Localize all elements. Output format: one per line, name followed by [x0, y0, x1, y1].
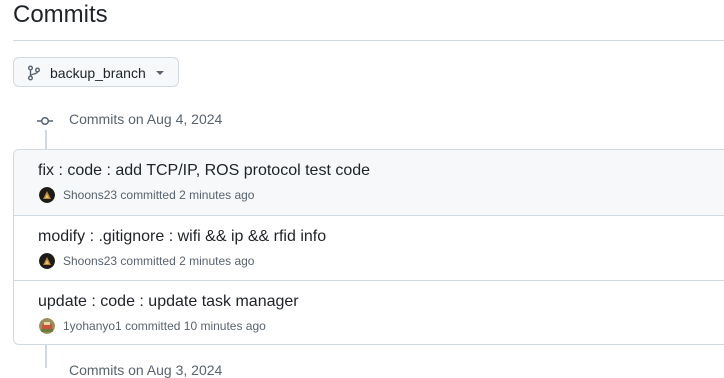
- timeline-line: [45, 130, 47, 149]
- commit-title-link[interactable]: fix : code : add TCP/IP, ROS protocol te…: [38, 161, 370, 181]
- commit-title-link[interactable]: modify : .gitignore : wifi && ip && rfid…: [38, 227, 326, 247]
- timeline-line: [45, 345, 47, 368]
- commit-time[interactable]: 10 minutes ago: [184, 319, 266, 333]
- commit-author-link[interactable]: Shoons23: [63, 254, 117, 268]
- triangle-down-icon: [156, 71, 164, 75]
- avatar-icon[interactable]: [39, 318, 55, 334]
- commit-meta: 1yohanyo1 committed 10 minutes ago: [63, 319, 266, 333]
- branch-name: backup_branch: [50, 65, 146, 81]
- branch-selector-button[interactable]: backup_branch: [13, 57, 179, 87]
- commit-verb: committed: [125, 319, 181, 333]
- commit-list: fix : code : add TCP/IP, ROS protocol te…: [13, 149, 724, 345]
- commit-verb: committed: [120, 254, 176, 268]
- commit-row: fix : code : add TCP/IP, ROS protocol te…: [14, 150, 724, 215]
- commit-time[interactable]: 2 minutes ago: [179, 188, 254, 202]
- commit-meta: Shoons23 committed 2 minutes ago: [63, 254, 254, 268]
- git-branch-icon: [28, 65, 40, 81]
- page-title: Commits: [13, 1, 108, 28]
- commit-group-heading: Commits on Aug 3, 2024: [69, 362, 223, 378]
- avatar-icon[interactable]: [39, 253, 55, 269]
- git-commit-icon: [37, 116, 53, 126]
- commit-author-link[interactable]: Shoons23: [63, 188, 117, 202]
- commit-time[interactable]: 2 minutes ago: [179, 254, 254, 268]
- commit-title-link[interactable]: update : code : update task manager: [38, 292, 299, 312]
- commit-author-link[interactable]: 1yohanyo1: [63, 319, 122, 333]
- title-divider: [13, 40, 724, 41]
- commit-meta: Shoons23 committed 2 minutes ago: [63, 188, 254, 202]
- commit-row: update : code : update task manager 1yoh…: [14, 280, 724, 344]
- commit-verb: committed: [120, 188, 176, 202]
- commit-row: modify : .gitignore : wifi && ip && rfid…: [14, 215, 724, 280]
- commit-group-heading: Commits on Aug 4, 2024: [69, 111, 223, 127]
- avatar-icon[interactable]: [39, 187, 55, 203]
